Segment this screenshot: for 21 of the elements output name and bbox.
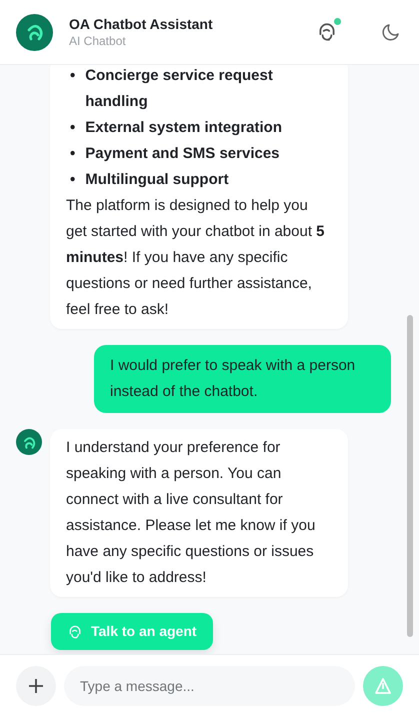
plus-icon bbox=[28, 678, 44, 694]
user-message: I would prefer to speak with a person instead of the chatbot. bbox=[94, 345, 391, 413]
chat-title: OA Chatbot Assistant bbox=[69, 15, 214, 33]
list-item: Multilingual support bbox=[85, 170, 229, 190]
list-item: Concierge service request handling bbox=[85, 66, 274, 112]
bot-message: The platform is designed to help you get started with your chatbot in about 5 minutes! If you have any specific questions or need further assistance, feel free to ask! bbox=[66, 196, 326, 320]
headset-icon bbox=[67, 624, 83, 640]
bot-message: I understand your preference for speaking with a person. You can connect with a live consultant for assistance. Please let me know if you have any specific questions or issues you'd like to address! bbox=[66, 438, 316, 588]
bullet: • bbox=[70, 118, 76, 138]
chat-subtitle: AI Chatbot bbox=[69, 33, 127, 49]
list-item: External system integration bbox=[85, 118, 282, 138]
logo-icon bbox=[16, 14, 53, 50]
add-button[interactable] bbox=[16, 666, 56, 706]
message-input[interactable]: Type a message... bbox=[64, 666, 355, 706]
bullet: • bbox=[70, 144, 76, 164]
send-icon bbox=[374, 677, 392, 695]
talk-to-agent-button[interactable]: Talk to an agent bbox=[51, 613, 213, 650]
moon-icon bbox=[381, 22, 401, 42]
bullet: • bbox=[70, 170, 76, 190]
list-item: Payment and SMS services bbox=[85, 144, 280, 164]
bullet: • bbox=[70, 66, 76, 86]
